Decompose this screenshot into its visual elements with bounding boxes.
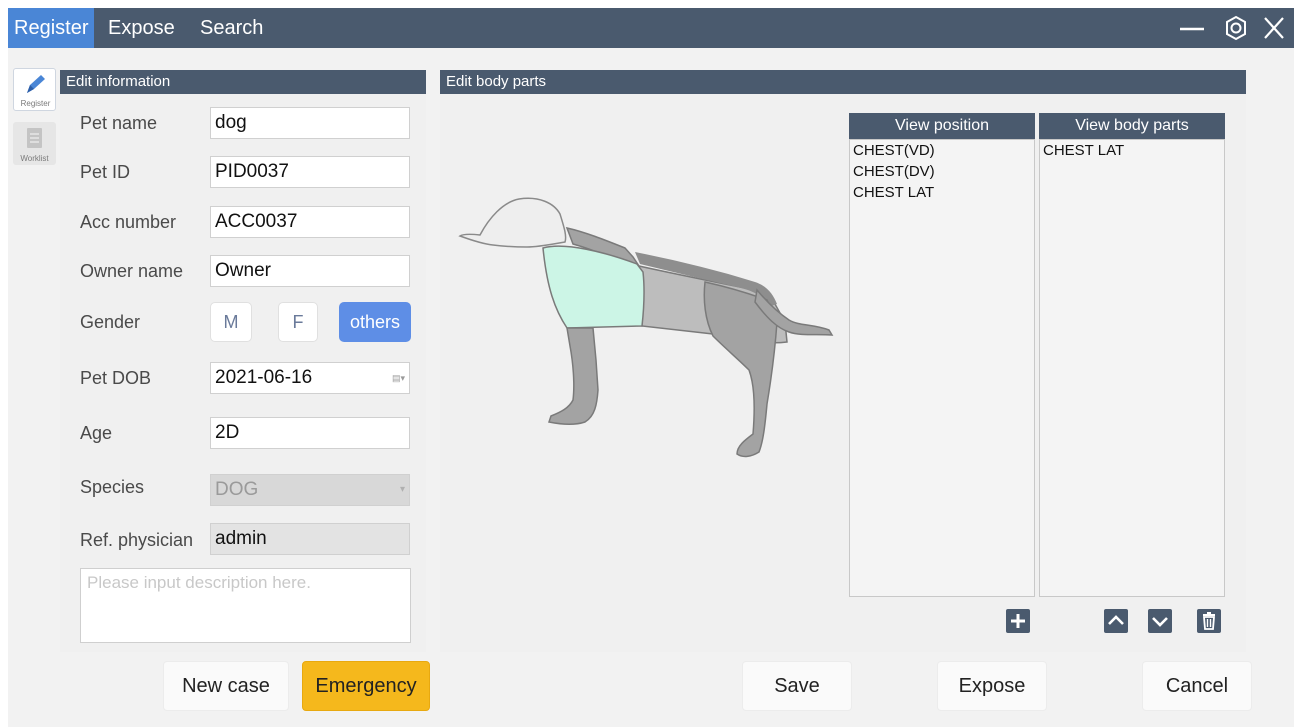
- ref-physician-input[interactable]: admin: [210, 523, 410, 555]
- gear-icon[interactable]: [1218, 8, 1254, 48]
- species-label: Species: [80, 477, 145, 497]
- description-textarea[interactable]: Please input description here.: [80, 568, 411, 643]
- plus-icon: [1011, 614, 1025, 628]
- pet-name-input[interactable]: dog: [210, 107, 410, 139]
- sidebar-item-worklist[interactable]: Worklist: [13, 122, 56, 165]
- view-body-parts-list: CHEST LAT: [1039, 139, 1225, 597]
- age-label: Age: [80, 423, 113, 443]
- pet-id-label: Pet ID: [80, 162, 131, 182]
- gender-others-button[interactable]: others: [339, 302, 411, 342]
- tab-expose[interactable]: Expose: [108, 8, 175, 48]
- sidebar-item-label: Worklist: [20, 154, 49, 163]
- gender-f-button[interactable]: F: [278, 302, 318, 342]
- pet-dob-value: 2021-06-16: [215, 367, 313, 388]
- emergency-button[interactable]: Emergency: [302, 661, 430, 711]
- gender-label: Gender: [80, 312, 141, 332]
- cancel-button[interactable]: Cancel: [1142, 661, 1252, 711]
- acc-number-label: Acc number: [80, 212, 177, 232]
- close-icon[interactable]: [1256, 8, 1292, 48]
- chevron-down-icon: [1152, 617, 1168, 627]
- edit-information-header: Edit information: [60, 70, 426, 94]
- dog-outline: [458, 197, 567, 248]
- tab-register[interactable]: Register: [8, 8, 95, 48]
- owner-name-label: Owner name: [80, 261, 184, 281]
- pet-dob-label: Pet DOB: [80, 368, 152, 388]
- dog-body-diagram: [458, 197, 834, 458]
- view-body-parts-header: View body parts: [1039, 113, 1225, 139]
- delete-button[interactable]: [1197, 609, 1221, 633]
- sidebar-item-label: Register: [20, 99, 51, 108]
- edit-body-parts-header: Edit body parts: [440, 70, 1246, 94]
- age-input[interactable]: 2D: [210, 417, 410, 449]
- move-up-button[interactable]: [1104, 609, 1128, 633]
- species-select: DOG ▾: [210, 474, 410, 506]
- pencil-icon: [27, 75, 45, 93]
- list-item[interactable]: CHEST LAT: [1040, 140, 1224, 161]
- ref-physician-label: Ref. physician: [80, 530, 194, 550]
- gender-m-button[interactable]: M: [210, 302, 252, 342]
- owner-name-input[interactable]: Owner: [210, 255, 410, 287]
- chevron-down-icon: ▾: [399, 484, 405, 495]
- calendar-dropdown-icon[interactable]: ▤▾: [392, 363, 405, 393]
- dog-front-leg: [548, 327, 599, 426]
- top-bar: Register Expose Search: [8, 8, 1294, 48]
- new-case-button[interactable]: New case: [163, 661, 289, 711]
- pet-dob-input[interactable]: 2021-06-16 ▤▾: [210, 362, 410, 394]
- list-item[interactable]: CHEST(DV): [850, 161, 1034, 182]
- list-item[interactable]: CHEST(VD): [850, 140, 1034, 161]
- pet-name-label: Pet name: [80, 113, 158, 133]
- list-item[interactable]: CHEST LAT: [850, 182, 1034, 203]
- species-value: DOG: [215, 479, 259, 500]
- view-position-list: CHEST(VD) CHEST(DV) CHEST LAT: [849, 139, 1035, 597]
- sidebar-item-register[interactable]: Register: [13, 68, 56, 111]
- acc-number-input[interactable]: ACC0037: [210, 206, 410, 238]
- move-down-button[interactable]: [1148, 609, 1172, 633]
- trash-icon: [1203, 612, 1215, 630]
- document-icon: [27, 128, 42, 148]
- pet-id-input[interactable]: PID0037: [210, 156, 410, 188]
- view-position-header: View position: [849, 113, 1035, 139]
- app-window: Register Expose Search Register Worklist…: [0, 0, 1294, 727]
- expose-button[interactable]: Expose: [937, 661, 1047, 711]
- tab-search[interactable]: Search: [200, 8, 263, 48]
- chevron-up-icon: [1108, 615, 1124, 625]
- save-button[interactable]: Save: [742, 661, 852, 711]
- minimize-icon[interactable]: [1174, 8, 1210, 48]
- add-button[interactable]: [1006, 609, 1030, 633]
